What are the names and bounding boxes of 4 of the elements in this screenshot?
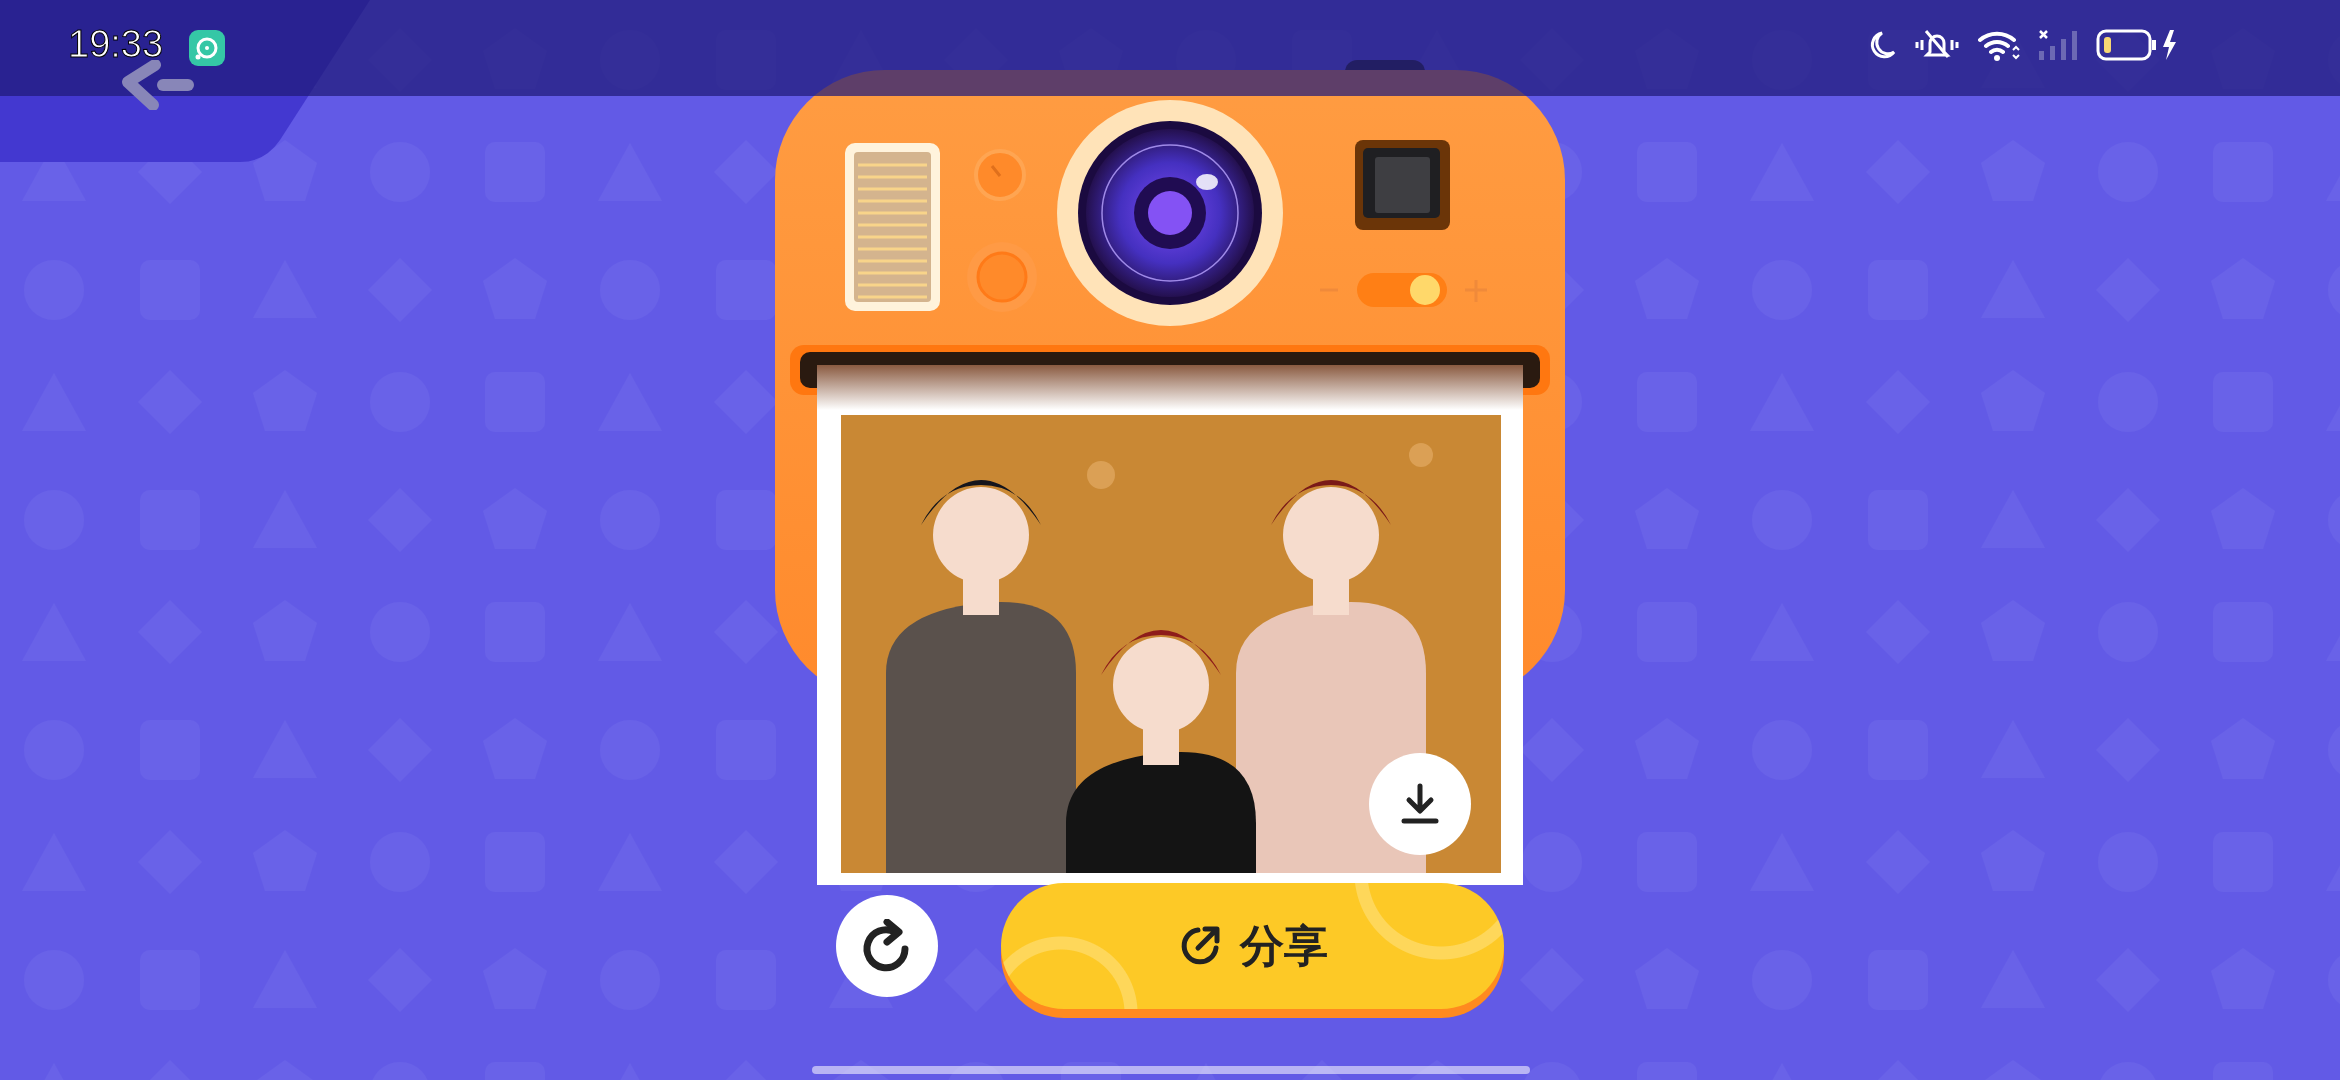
status-time: 19:33 [68,22,164,67]
no-signal-icon [2038,29,2078,61]
app-notification-icon [189,30,225,66]
moon-icon [1868,30,1896,60]
